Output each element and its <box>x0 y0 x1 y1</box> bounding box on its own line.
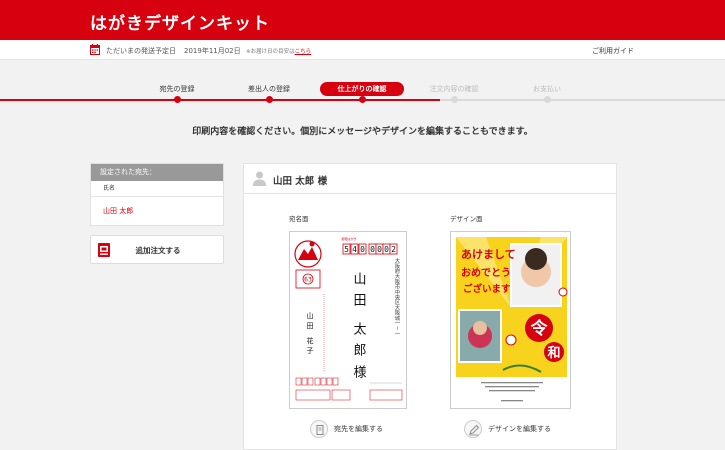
address-side-postcard[interactable]: 63 郵便はがき 5400002 大阪府大阪市中央区大阪城一－一 山田 太郎 様… <box>289 231 407 409</box>
recipient-given-name: 太郎 <box>351 322 367 364</box>
step-label: お支払い <box>533 85 561 93</box>
step-dot <box>266 96 273 103</box>
add-order-button[interactable]: 追加注文する <box>90 235 224 264</box>
pencil-icon <box>464 420 482 438</box>
step-dot <box>359 96 366 103</box>
step-sender: 差出人の登録 <box>227 82 311 103</box>
postal-code-digit: 0 <box>370 245 375 254</box>
sender-postal-boxes <box>295 377 339 386</box>
step-label: 差出人の登録 <box>248 85 290 93</box>
ship-note-text: ※お届け日の目安は <box>246 49 295 55</box>
app-logo[interactable]: はがきデザインキット <box>90 9 270 34</box>
add-order-label: 追加注文する <box>135 246 181 255</box>
stamp-title: 郵便はがき <box>341 236 356 241</box>
step-dot <box>544 96 551 103</box>
edit-address-label: 宛先を編集する <box>334 425 383 433</box>
info-bar: ただいまの発送予定日 2019年11月02日 ※お届け日の目安はこちら ご利用ガ… <box>0 40 725 60</box>
postal-code-digit: 0 <box>360 245 365 254</box>
preview-panel: 山田 太郎 様 宛名面 デザイン面 63 郵便はがき 5400002 大阪府大阪… <box>243 163 617 450</box>
preview-title-bar: 山田 太郎 様 <box>244 164 616 194</box>
era-char-2: 和 <box>547 345 560 361</box>
postal-code-boxes: 5400002 <box>342 243 398 255</box>
greeting-line-3: ございます <box>463 283 511 295</box>
address-edit-icon <box>310 420 328 438</box>
ship-note: ※お届け日の目安はこちら <box>246 47 311 55</box>
calendar-icon <box>90 44 100 55</box>
progress-line-complete <box>0 99 440 101</box>
name-column-header: 氏名 <box>91 181 223 197</box>
step-dot <box>174 96 181 103</box>
address-side-label: 宛名面 <box>289 215 309 223</box>
design-side-postcard[interactable]: あけまして おめでとう ございます 令 和 <box>450 231 571 409</box>
postal-code-digit: 5 <box>344 245 349 254</box>
era-char-1: 令 <box>531 318 549 339</box>
greeting-line-1: あけまして <box>461 248 516 261</box>
step-label: 注文内容の確認 <box>429 85 479 93</box>
person-icon <box>253 171 266 186</box>
ship-label: ただいまの発送予定日 <box>106 47 176 55</box>
recipient-family-name: 山田 <box>351 272 366 314</box>
step-label: 宛先の登録 <box>159 85 195 93</box>
recipient-list-panel: 設定された宛先： 氏名 山田 太郎 <box>90 163 224 226</box>
delivery-estimate-link[interactable]: こちら <box>295 49 312 55</box>
sender-family-name: 山田 <box>306 311 314 332</box>
postal-code-digit: 0 <box>377 245 382 254</box>
step-dot <box>451 96 458 103</box>
step-payment: お支払い <box>505 82 589 103</box>
recipient-row[interactable]: 山田 太郎 <box>91 197 223 225</box>
design-side-image: あけまして おめでとう ございます 令 和 <box>456 237 568 402</box>
progress-line-remaining <box>440 99 725 101</box>
postal-code-digit: 4 <box>352 245 357 254</box>
postal-code-digit: 2 <box>391 245 396 254</box>
ship-date: 2019年11月02日 <box>184 47 241 55</box>
recipient-list-header: 設定された宛先： <box>91 164 223 181</box>
user-guide-link[interactable]: ご利用ガイド <box>592 46 634 56</box>
recipient-name-title: 山田 太郎 様 <box>273 176 328 187</box>
design-side-label: デザイン面 <box>450 215 483 223</box>
postal-code-digit: 0 <box>384 245 389 254</box>
step-recipient: 宛先の登録 <box>135 82 219 103</box>
stamp-price: 63 <box>304 277 312 284</box>
step-label: 仕上がりの確認 <box>320 82 404 96</box>
edit-design-label: デザインを編集する <box>488 425 551 433</box>
step-order-confirm: 注文内容の確認 <box>412 82 496 103</box>
greeting-line-2: おめでとう <box>461 267 511 279</box>
recipient-honorific: 様 <box>351 365 367 378</box>
address-text: 大阪府大阪市中央区大阪城一－一 <box>394 257 400 336</box>
instruction-text: 印刷内容を確認ください。個別にメッセージやデザインを編集することもできます。 <box>192 127 533 137</box>
step-preview: 仕上がりの確認 <box>320 82 404 103</box>
sender-given-name: 花子 <box>306 336 314 357</box>
address-side-image: 63 郵便はがき 5400002 大阪府大阪市中央区大阪城一－一 山田 太郎 様… <box>294 236 403 401</box>
app-header: はがきデザインキット <box>0 0 725 40</box>
